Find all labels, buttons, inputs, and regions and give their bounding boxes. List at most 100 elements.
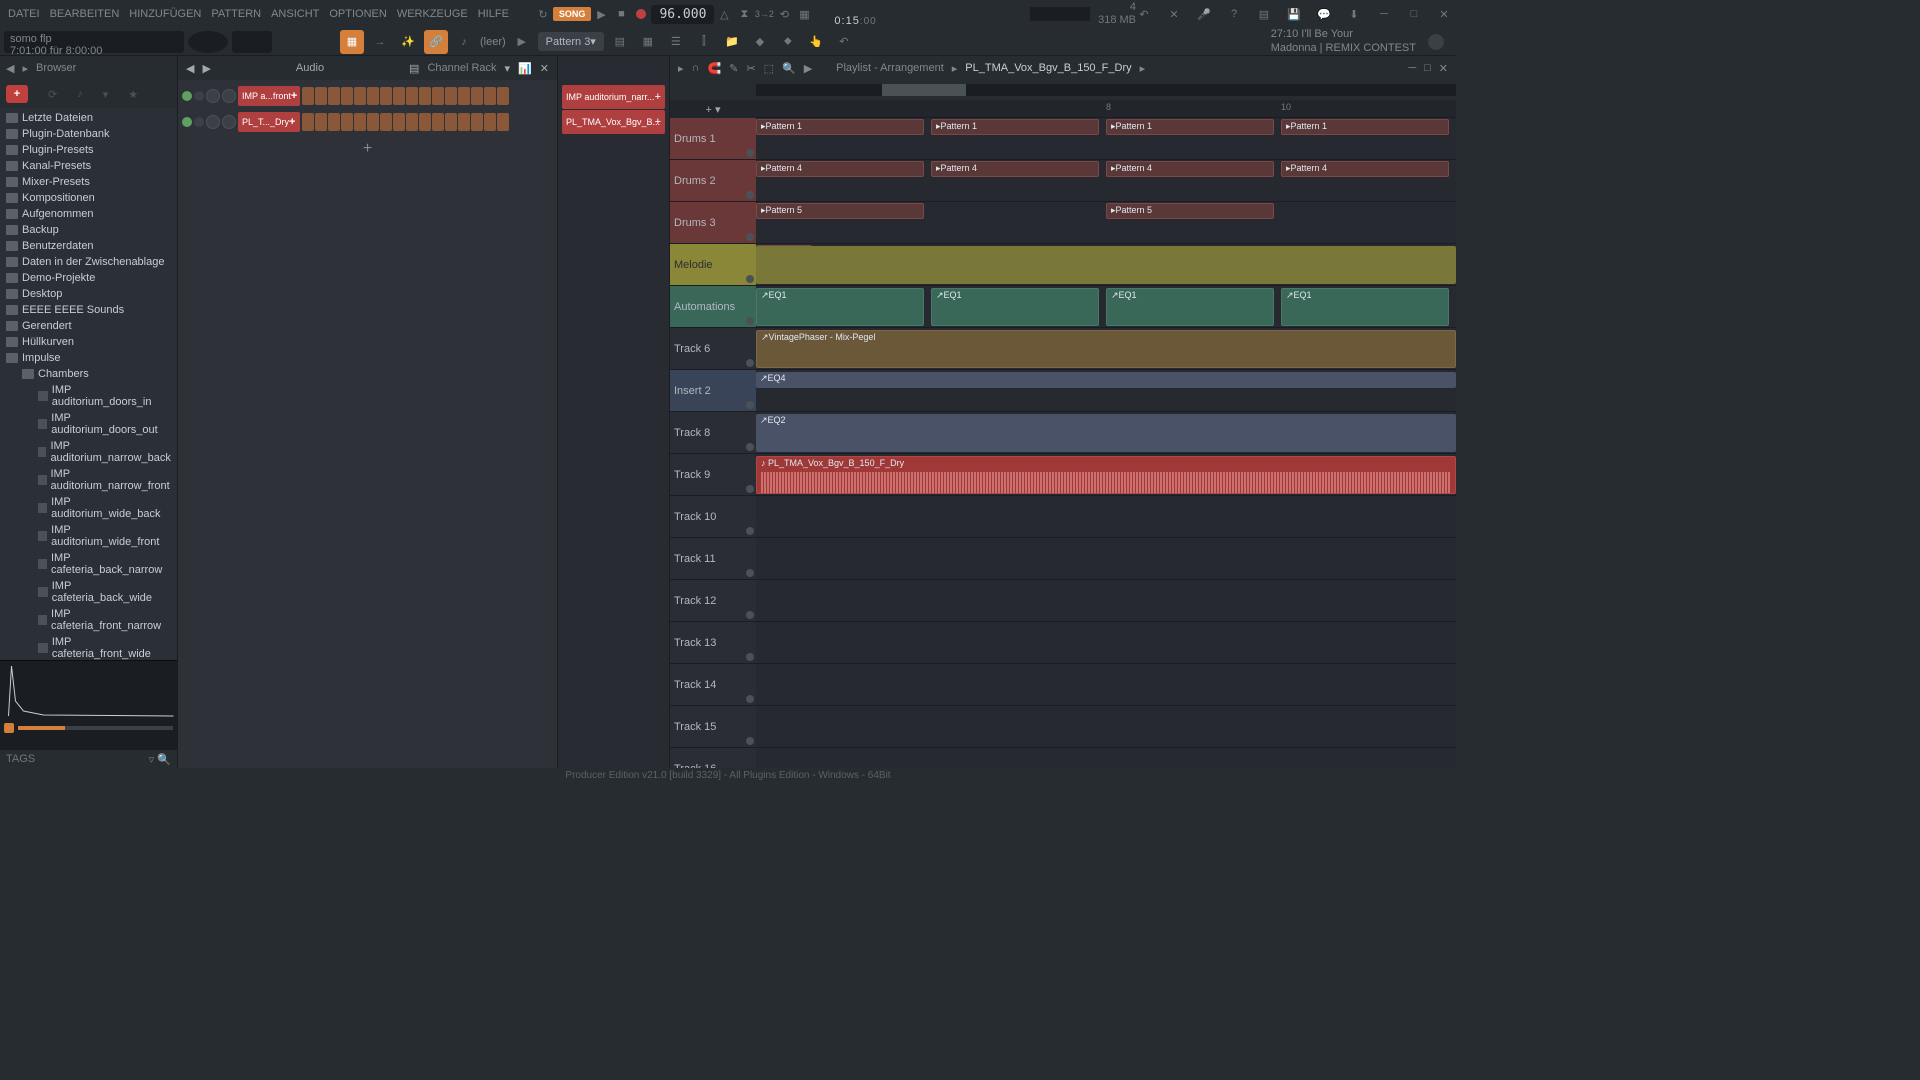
pl-select-icon[interactable]: ⬚ bbox=[764, 62, 774, 75]
send-icon[interactable]: → bbox=[368, 30, 392, 54]
menu-bearbeiten[interactable]: BEARBEITEN bbox=[46, 6, 124, 22]
pattern-clip[interactable]: ▸Pattern 5 bbox=[756, 203, 924, 219]
automation-clip[interactable]: ↗VintagePhaser - Mix-Pegel bbox=[756, 330, 1456, 368]
pl-zoom-icon[interactable]: 🔍 bbox=[782, 62, 796, 75]
stop-button[interactable]: ■ bbox=[611, 4, 631, 24]
step-button[interactable] bbox=[458, 113, 470, 131]
browser-fav-icon[interactable]: ★ bbox=[128, 88, 138, 101]
step-button[interactable] bbox=[393, 87, 405, 105]
overdub-icon[interactable]: 3→2 bbox=[754, 4, 774, 24]
browser-folder[interactable]: Gerendert bbox=[0, 318, 177, 334]
browser-folder[interactable]: Demo-Projekte bbox=[0, 270, 177, 286]
undo-icon[interactable]: ↶ bbox=[1136, 6, 1152, 22]
pattern-selector[interactable]: Pattern 3▾ bbox=[538, 32, 604, 51]
pan-knob[interactable] bbox=[206, 115, 220, 129]
track-header[interactable]: Drums 3 bbox=[670, 202, 756, 244]
step-button[interactable] bbox=[458, 87, 470, 105]
song-mode-button[interactable]: SONG bbox=[553, 7, 592, 21]
midi-icon[interactable]: ♪ bbox=[452, 30, 476, 54]
browser-file[interactable]: IMP cafeteria_back_wide bbox=[0, 578, 177, 606]
step-button[interactable] bbox=[471, 87, 483, 105]
cr-menu-icon[interactable]: ▤ bbox=[409, 62, 419, 75]
browser-folder[interactable]: Plugin-Datenbank bbox=[0, 126, 177, 142]
menu-werkzeuge[interactable]: WERKZEUGE bbox=[393, 6, 472, 22]
menu-datei[interactable]: DATEI bbox=[4, 6, 44, 22]
waveform-preview[interactable] bbox=[0, 661, 177, 721]
track-lane[interactable]: ↗EQ2 bbox=[756, 412, 1456, 454]
main-pitch-slider[interactable] bbox=[232, 31, 272, 53]
track-mute[interactable] bbox=[746, 359, 754, 367]
search-icon[interactable]: 🔍 bbox=[157, 754, 171, 766]
track-mute[interactable] bbox=[746, 737, 754, 745]
track-mute[interactable] bbox=[746, 401, 754, 409]
channel-name[interactable]: IMP a...front + bbox=[238, 86, 300, 106]
touch-btn[interactable]: 👆 bbox=[804, 30, 828, 54]
step-button[interactable] bbox=[354, 87, 366, 105]
step-button[interactable] bbox=[471, 113, 483, 131]
automation-clip[interactable]: ↗EQ2 bbox=[756, 414, 1456, 452]
mic-icon[interactable]: 🎤 bbox=[1196, 6, 1212, 22]
step-button[interactable] bbox=[367, 113, 379, 131]
browser-file[interactable]: IMP auditorium_doors_out bbox=[0, 410, 177, 438]
preview-slider[interactable] bbox=[18, 726, 173, 730]
vol-knob[interactable] bbox=[222, 115, 236, 129]
track-mute[interactable] bbox=[746, 317, 754, 325]
help-icon[interactable]: ? bbox=[1226, 6, 1242, 22]
step-button[interactable] bbox=[497, 87, 509, 105]
browser-folder[interactable]: Kompositionen bbox=[0, 190, 177, 206]
track-header[interactable]: Drums 2 bbox=[670, 160, 756, 202]
pl-cut-icon[interactable]: ✂ bbox=[746, 62, 755, 75]
step-button[interactable] bbox=[315, 87, 327, 105]
browser-file[interactable]: IMP auditorium_narrow_front bbox=[0, 466, 177, 494]
time-display[interactable]: 0:15:00 bbox=[834, 0, 876, 31]
track-header[interactable]: Track 15 bbox=[670, 706, 756, 748]
cr-close-icon[interactable]: ✕ bbox=[540, 62, 549, 75]
pl-close-icon[interactable]: ✕ bbox=[1439, 62, 1448, 75]
menu-ansicht[interactable]: ANSICHT bbox=[267, 6, 323, 22]
browser-refresh-icon[interactable]: ⟳ bbox=[48, 88, 57, 101]
melodie-clip[interactable] bbox=[756, 246, 1456, 284]
download-icon[interactable]: ⬇ bbox=[1346, 6, 1362, 22]
track-lane[interactable] bbox=[756, 580, 1456, 622]
track-header[interactable]: Track 13 bbox=[670, 622, 756, 664]
track-header[interactable]: Automations bbox=[670, 286, 756, 328]
track-header[interactable]: Track 8 bbox=[670, 412, 756, 454]
playlist-btn[interactable]: ▤ bbox=[608, 30, 632, 54]
loop-icon[interactable]: ↻ bbox=[533, 4, 553, 24]
track-header[interactable]: Track 10 bbox=[670, 496, 756, 538]
vol-knob[interactable] bbox=[222, 89, 236, 103]
pl-menu-icon[interactable]: ▸ bbox=[678, 62, 684, 75]
browser-file[interactable]: IMP auditorium_narrow_back bbox=[0, 438, 177, 466]
chat-icon[interactable]: 💬 bbox=[1316, 6, 1332, 22]
song-spinner-icon[interactable] bbox=[1428, 34, 1444, 50]
track-lane[interactable]: ▸Pattern 3 bbox=[756, 244, 1456, 286]
browser-folder[interactable]: Aufgenommen bbox=[0, 206, 177, 222]
step-button[interactable] bbox=[367, 87, 379, 105]
step-button[interactable] bbox=[380, 113, 392, 131]
step-button[interactable] bbox=[302, 113, 314, 131]
playlist-grid[interactable]: 8 10 ▸Pattern 1▸Pattern 1▸Pattern 1▸Patt… bbox=[756, 100, 1456, 768]
tempo-display[interactable]: 96.000 bbox=[651, 5, 714, 24]
track-header[interactable]: Track 11 bbox=[670, 538, 756, 580]
step-button[interactable] bbox=[445, 87, 457, 105]
add-channel-button[interactable]: + bbox=[182, 136, 553, 162]
loop-rec-icon[interactable]: ⟲ bbox=[774, 4, 794, 24]
link-icon[interactable]: 🔗 bbox=[424, 30, 448, 54]
browser-file[interactable]: IMP cafeteria_front_wide bbox=[0, 634, 177, 660]
automation-clip[interactable]: ↗EQ1 bbox=[1106, 288, 1274, 326]
browser-folder[interactable]: Hüllkurven bbox=[0, 334, 177, 350]
channel-mute[interactable] bbox=[194, 117, 204, 127]
snap-selector[interactable]: (leer) bbox=[480, 36, 506, 48]
track-lane[interactable] bbox=[756, 538, 1456, 580]
track-lane[interactable]: ♪ PL_TMA_Vox_Bgv_B_150_F_Dry bbox=[756, 454, 1456, 496]
browser-folder[interactable]: Mixer-Presets bbox=[0, 174, 177, 190]
record-button[interactable] bbox=[631, 4, 651, 24]
save-icon[interactable]: 💾 bbox=[1286, 6, 1302, 22]
countdown-icon[interactable]: ⧗ bbox=[734, 4, 754, 24]
browser-folder[interactable]: Kanal-Presets bbox=[0, 158, 177, 174]
browser-folder[interactable]: Daten in der Zwischenablage bbox=[0, 254, 177, 270]
step-button[interactable] bbox=[380, 87, 392, 105]
tags-filter-icon[interactable]: ▿ bbox=[149, 754, 155, 766]
track-mute[interactable] bbox=[746, 191, 754, 199]
track-header[interactable]: Track 9 bbox=[670, 454, 756, 496]
